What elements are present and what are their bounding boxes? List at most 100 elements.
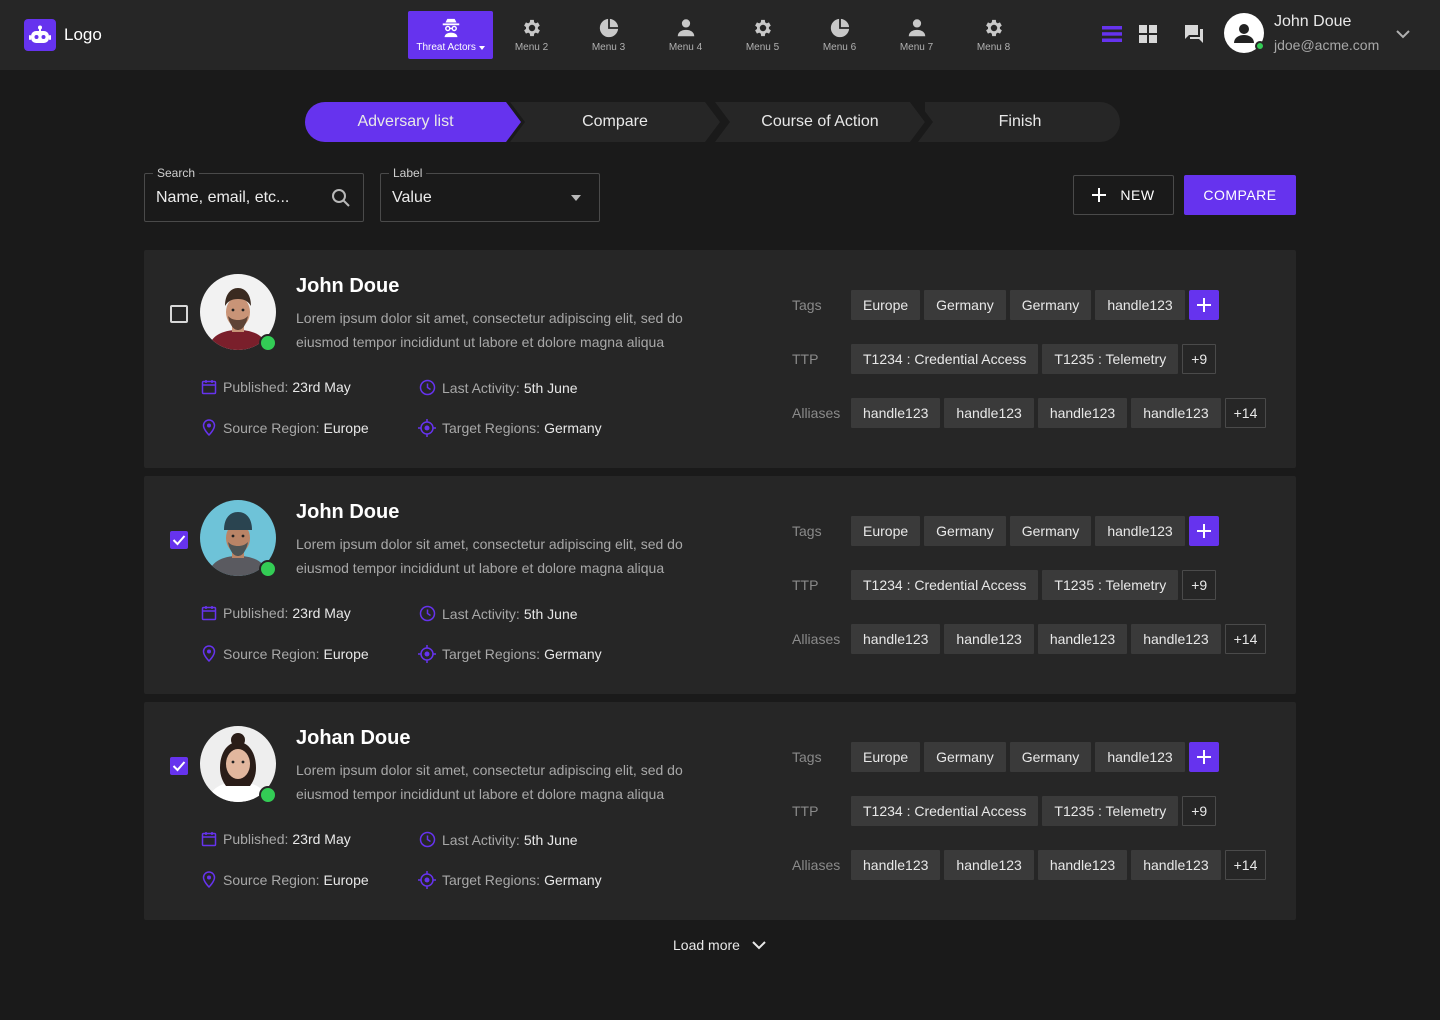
aliases-chip[interactable]: handle123 — [944, 850, 1034, 880]
aliases-more-chip[interactable]: +14 — [1224, 398, 1267, 428]
aliases-chip[interactable]: handle123 — [1037, 624, 1128, 654]
published-label: Published: — [223, 379, 289, 395]
new-button[interactable]: NEW — [1073, 175, 1174, 215]
top-bar: Logo Threat Actors Menu 2 Menu 3 Menu 4 Men… — [0, 0, 1440, 70]
aliases-chip[interactable]: handle123 — [944, 398, 1034, 428]
source-region-value: Europe — [323, 645, 369, 662]
menu-item-6[interactable]: Menu 6 — [801, 11, 878, 59]
ttp-chip[interactable]: T1235 : Telemetry — [1042, 796, 1179, 826]
aliases-more-chip[interactable]: +14 — [1224, 624, 1267, 654]
aliases-more-chip[interactable]: +14 — [1224, 850, 1267, 880]
published-value: 23rd May — [292, 379, 351, 395]
location-pin-icon — [201, 645, 223, 662]
add-tag-button[interactable] — [1188, 516, 1219, 546]
ttp-chip[interactable]: T1235 : Telemetry — [1042, 344, 1179, 374]
tags-chip[interactable]: Germany — [1009, 290, 1092, 320]
menu-item-7[interactable]: Menu 7 — [878, 11, 955, 59]
wizard-stepper: Adversary list Compare Course of Action … — [305, 102, 1120, 142]
menu-item-5[interactable]: Menu 5 — [724, 11, 801, 59]
target-regions-meta: Target Regions: Germany — [418, 871, 602, 889]
calendar-icon — [201, 379, 223, 395]
step-compare[interactable]: Compare — [515, 102, 715, 142]
adversary-card[interactable]: John Doue Lorem ipsum dolor sit amet, con… — [144, 250, 1296, 468]
tags-chip[interactable]: handle123 — [1095, 742, 1185, 772]
tags-chip[interactable]: Germany — [924, 742, 1006, 772]
aliases-chip[interactable]: handle123 — [851, 398, 941, 428]
label-select[interactable]: Label Value — [380, 166, 600, 222]
tags-chip[interactable]: Germany — [1009, 742, 1092, 772]
aliases-chip[interactable]: handle123 — [1037, 850, 1128, 880]
published-meta: Published: 23rd May — [201, 831, 351, 847]
select-checkbox[interactable] — [170, 305, 188, 323]
aliases-chip[interactable]: handle123 — [1131, 398, 1221, 428]
adversary-card[interactable]: John Doue Lorem ipsum dolor sit amet, con… — [144, 476, 1296, 694]
compare-button[interactable]: COMPARE — [1184, 175, 1296, 215]
menu-item-label: Menu 3 — [591, 42, 626, 53]
step-adversary-list[interactable]: Adversary list — [305, 102, 506, 142]
aliases-chip[interactable]: handle123 — [851, 624, 941, 654]
list-view-icon[interactable] — [1100, 22, 1124, 46]
adversary-card[interactable]: Johan Doue Lorem ipsum dolor sit amet, co… — [144, 702, 1296, 920]
ttp-more-chip[interactable]: +9 — [1182, 344, 1217, 374]
menu-item-1[interactable]: Threat Actors — [408, 11, 493, 59]
adversary-name[interactable]: Johan Doue — [296, 726, 410, 750]
menu-item-8[interactable]: Menu 8 — [955, 11, 1032, 59]
chat-icon[interactable] — [1182, 22, 1206, 46]
ttp-chip[interactable]: T1234 : Credential Access — [851, 344, 1039, 374]
pie-chart-icon — [598, 17, 620, 42]
add-tag-button[interactable] — [1188, 742, 1219, 772]
step-course-of-action[interactable]: Course of Action — [720, 102, 920, 142]
source-region-value: Europe — [323, 419, 369, 436]
source-region-label: Source Region: — [223, 419, 320, 436]
search-field[interactable]: Search — [144, 166, 364, 222]
robot-icon — [24, 19, 56, 51]
aliases-chip[interactable]: handle123 — [1131, 850, 1221, 880]
grid-view-icon[interactable] — [1136, 22, 1160, 46]
menu-item-3[interactable]: Menu 3 — [570, 11, 647, 59]
user-email: jdoe@acme.com — [1274, 37, 1380, 53]
load-more-label: Load more — [673, 937, 740, 953]
search-input[interactable] — [156, 189, 326, 207]
ttp-more-chip[interactable]: +9 — [1182, 570, 1217, 600]
menu-item-2[interactable]: Menu 2 — [493, 11, 570, 59]
person-icon — [906, 17, 928, 42]
ttp-more-chip[interactable]: +9 — [1182, 796, 1217, 826]
tags-chip[interactable]: Germany — [924, 290, 1006, 320]
ttp-chip[interactable]: T1234 : Credential Access — [851, 796, 1039, 826]
person-icon — [1234, 23, 1254, 43]
add-tag-button[interactable] — [1188, 290, 1219, 320]
select-checkbox[interactable] — [170, 531, 188, 549]
ttp-chip[interactable]: T1234 : Credential Access — [851, 570, 1039, 600]
tags-chip[interactable]: handle123 — [1095, 290, 1185, 320]
source-region-meta: Source Region: Europe — [201, 871, 369, 888]
aliases-chip[interactable]: handle123 — [944, 624, 1034, 654]
aliases-chip[interactable]: handle123 — [1037, 398, 1128, 428]
published-value: 23rd May — [292, 605, 351, 621]
user-profile[interactable]: John Doue jdoe@acme.com — [1224, 12, 1379, 53]
chevron-down-icon[interactable] — [1396, 26, 1410, 44]
tags-chip[interactable]: Europe — [851, 290, 921, 320]
tags-chip[interactable]: Germany — [1009, 516, 1092, 546]
aliases-chip[interactable]: handle123 — [1131, 624, 1221, 654]
source-region-label: Source Region: — [223, 871, 320, 888]
adversary-name[interactable]: John Doue — [296, 500, 399, 524]
adversary-name[interactable]: John Doue — [296, 274, 399, 298]
aliases-chip[interactable]: handle123 — [851, 850, 941, 880]
adversary-description: Lorem ipsum dolor sit amet, consectetur … — [296, 536, 683, 576]
tags-chip[interactable]: Germany — [924, 516, 1006, 546]
plus-icon — [1196, 298, 1211, 312]
search-icon[interactable] — [331, 188, 351, 208]
location-pin-icon — [201, 419, 223, 436]
logo[interactable]: Logo — [24, 19, 102, 51]
step-finish[interactable]: Finish — [925, 102, 1115, 142]
online-status-dot — [259, 334, 277, 352]
tags-chip[interactable]: handle123 — [1095, 516, 1185, 546]
tags-chip[interactable]: Europe — [851, 516, 921, 546]
ttp-chip[interactable]: T1235 : Telemetry — [1042, 570, 1179, 600]
tags-chip[interactable]: Europe — [851, 742, 921, 772]
load-more-button[interactable]: Load more — [673, 937, 766, 953]
target-regions-value: Germany — [544, 420, 602, 436]
select-checkbox[interactable] — [170, 757, 188, 775]
published-meta: Published: 23rd May — [201, 379, 351, 395]
menu-item-4[interactable]: Menu 4 — [647, 11, 724, 59]
